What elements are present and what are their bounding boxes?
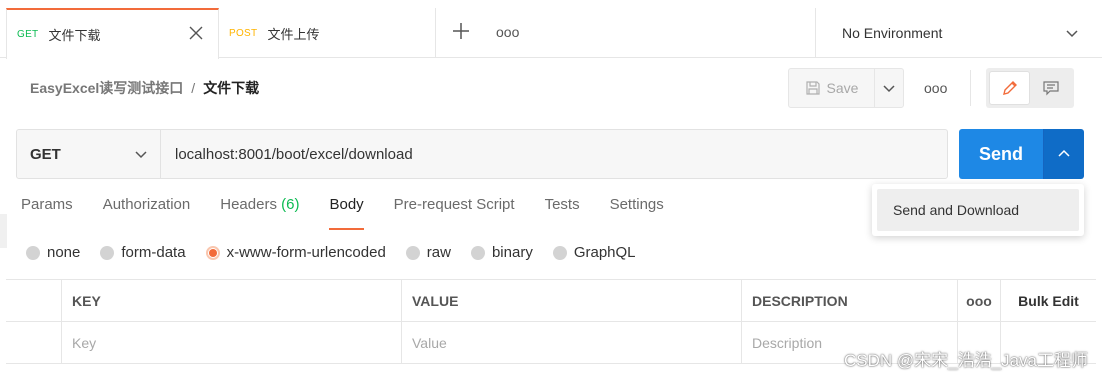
send-button-group: Send: [959, 129, 1084, 179]
comment-icon: [1042, 81, 1059, 96]
tab-label: Tests: [544, 196, 580, 213]
tab-label: Headers: [220, 196, 277, 213]
radio-raw[interactable]: raw: [405, 244, 451, 261]
column-options-icon[interactable]: ooo: [958, 280, 1001, 321]
radio-label: none: [47, 244, 81, 261]
key-input[interactable]: Key: [62, 322, 402, 363]
row-checkbox-cell: [6, 322, 62, 363]
send-button[interactable]: Send: [959, 129, 1044, 179]
radio-x-www-form-urlencoded[interactable]: x-www-form-urlencoded: [205, 244, 386, 261]
send-and-download-item[interactable]: Send and Download: [877, 189, 1079, 231]
value-input[interactable]: Value: [402, 322, 742, 363]
request-subtabs: Params Authorization Headers (6) Body Pr…: [21, 196, 694, 230]
send-dropdown-menu: Send and Download: [872, 184, 1084, 236]
radio-circle: [470, 245, 485, 260]
edit-mode-button[interactable]: [989, 71, 1030, 105]
tab-headers[interactable]: Headers (6): [220, 196, 299, 230]
send-options-button[interactable]: [1044, 129, 1084, 179]
save-button[interactable]: Save: [789, 69, 875, 107]
tab-more-icon[interactable]: ooo: [496, 24, 519, 40]
radio-label: form-data: [121, 244, 186, 261]
comments-button[interactable]: [1030, 71, 1071, 105]
radio-binary[interactable]: binary: [470, 244, 533, 261]
pencil-icon: [1002, 81, 1017, 95]
radio-label: GraphQL: [573, 244, 636, 261]
tab-method: POST: [229, 27, 258, 39]
url-input[interactable]: [161, 130, 947, 178]
tab-label: Pre-request Script: [393, 196, 515, 213]
tab-tests[interactable]: Tests: [545, 196, 580, 230]
radio-none[interactable]: none: [26, 244, 80, 261]
chevron-down-icon: [883, 85, 895, 93]
method-label: GET: [30, 145, 61, 163]
close-icon[interactable]: [188, 25, 204, 41]
tab-settings[interactable]: Settings: [610, 196, 664, 230]
view-toggle: [986, 68, 1074, 108]
method-select[interactable]: GET: [17, 130, 161, 178]
divider: [970, 70, 971, 106]
save-label: Save: [826, 80, 859, 96]
radio-circle-selected: [205, 245, 220, 260]
tab-label: Authorization: [102, 196, 191, 213]
tab-name: 文件上传: [267, 26, 320, 42]
tab-pre-request-script[interactable]: Pre-request Script: [394, 196, 515, 230]
radio-label: x-www-form-urlencoded: [226, 244, 386, 261]
tab-body[interactable]: Body: [329, 196, 364, 230]
breadcrumb: EasyExcel读写测试接口 / 文件下载: [30, 78, 259, 98]
environment-select[interactable]: No Environment: [815, 8, 1097, 58]
radio-graphql[interactable]: GraphQL: [552, 244, 636, 261]
breadcrumb-request: 文件下载: [203, 80, 260, 96]
bulk-edit-button[interactable]: Bulk Edit: [1001, 280, 1096, 321]
breadcrumb-separator: /: [191, 80, 196, 96]
radio-form-data[interactable]: form-data: [100, 244, 186, 261]
breadcrumb-collection[interactable]: EasyExcel读写测试接口: [30, 78, 183, 98]
new-tab-plus-icon[interactable]: [452, 22, 470, 40]
description-column-header: DESCRIPTION: [742, 280, 958, 321]
table-header-row: KEY VALUE DESCRIPTION ooo Bulk Edit: [6, 280, 1096, 322]
body-type-radio-group: none form-data x-www-form-urlencoded raw…: [26, 244, 656, 261]
checkbox-column-header: [6, 280, 62, 321]
tab-file-upload[interactable]: POST 文件上传: [219, 8, 436, 58]
request-tab-bar: GET 文件下载 POST 文件上传 ooo No Environment: [0, 0, 1102, 59]
tab-label: Params: [21, 196, 73, 213]
save-button-group: Save: [788, 68, 904, 108]
environment-label: No Environment: [842, 25, 943, 41]
key-column-header: KEY: [62, 280, 402, 321]
headers-count-badge: (6): [281, 196, 300, 213]
radio-label: binary: [491, 244, 533, 261]
radio-label: raw: [426, 244, 451, 261]
tab-file-download[interactable]: GET 文件下载: [6, 8, 219, 59]
tab-name: 文件下载: [48, 28, 101, 43]
tab-label: Body: [329, 196, 364, 213]
more-actions-icon[interactable]: ooo: [924, 80, 947, 96]
save-options-button[interactable]: [875, 69, 903, 107]
chevron-up-icon: [1058, 149, 1070, 157]
chevron-down-icon: [1066, 30, 1078, 38]
request-url-bar: GET: [16, 129, 948, 179]
tab-authorization[interactable]: Authorization: [103, 196, 191, 230]
radio-circle: [26, 245, 40, 260]
radio-circle: [552, 245, 567, 260]
tab-label: Settings: [609, 196, 664, 213]
tab-params[interactable]: Params: [21, 196, 73, 230]
watermark: CSDN @宋宋_浩浩_Java工程师: [844, 351, 1088, 370]
radio-circle: [100, 245, 115, 260]
radio-circle: [405, 245, 420, 260]
sidebar-edge: [0, 214, 7, 248]
save-icon: [805, 81, 820, 95]
value-column-header: VALUE: [402, 280, 742, 321]
tab-method: GET: [17, 29, 39, 40]
chevron-down-icon: [135, 151, 147, 159]
